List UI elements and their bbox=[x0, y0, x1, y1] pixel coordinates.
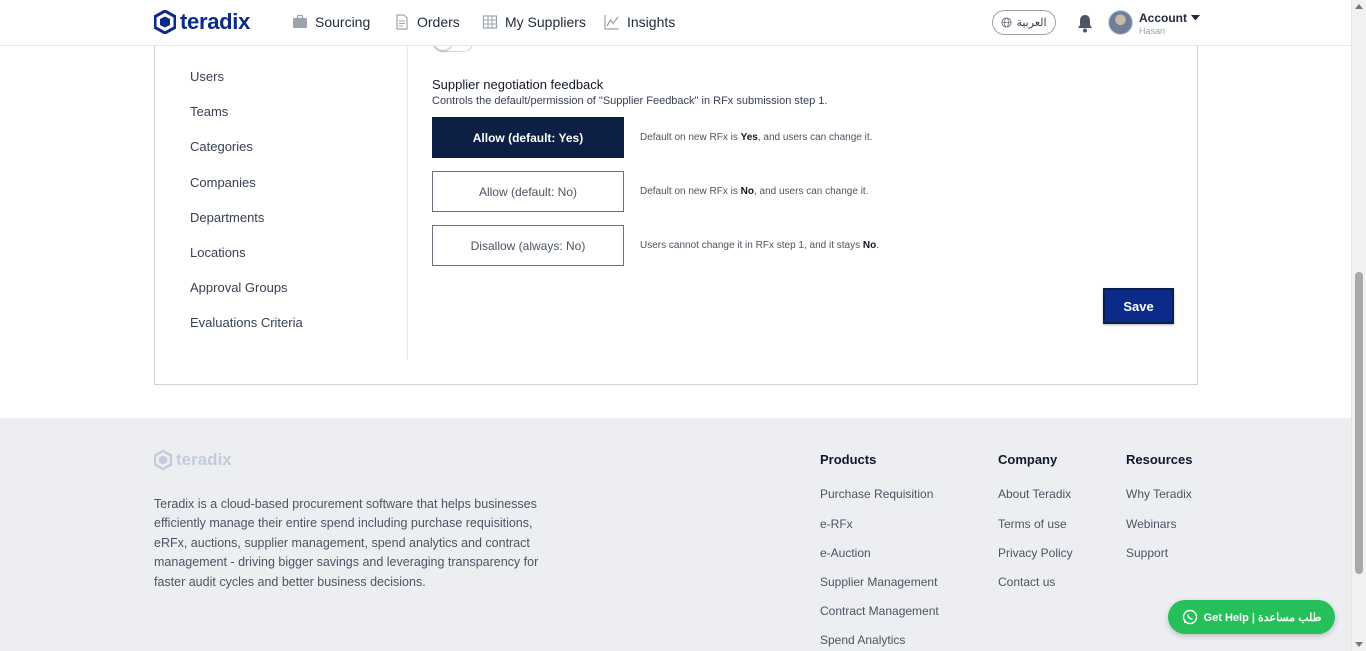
sidebar-item-categories[interactable]: Categories bbox=[190, 139, 253, 154]
get-help-button[interactable]: Get Help | طلب مساعدة bbox=[1168, 600, 1335, 634]
sidebar-item-companies[interactable]: Companies bbox=[190, 175, 256, 190]
help-text: . bbox=[876, 240, 880, 251]
briefcase-icon bbox=[293, 14, 307, 28]
language-switch-button[interactable]: العربية bbox=[992, 10, 1056, 35]
help-bold-value: Yes bbox=[740, 132, 758, 143]
section-description: Controls the default/permission of "Supp… bbox=[432, 95, 828, 107]
footer-link-about-teradix[interactable]: About Teradix bbox=[998, 487, 1071, 501]
logo-text: teradix bbox=[180, 9, 251, 34]
footer-logo-text: teradix bbox=[176, 450, 232, 469]
save-button[interactable]: Save bbox=[1103, 288, 1174, 324]
footer-heading-company: Company bbox=[998, 452, 1058, 467]
top-navigation-bar: teradix Sourcing Orders My Suppliers Ins… bbox=[0, 0, 1351, 46]
nav-orders-label: Orders bbox=[417, 14, 460, 30]
account-label: Account bbox=[1139, 11, 1187, 25]
footer-link-contact-us[interactable]: Contact us bbox=[998, 575, 1055, 589]
footer-link-contract-management[interactable]: Contract Management bbox=[820, 604, 939, 618]
building-icon bbox=[482, 15, 498, 29]
footer-link-support[interactable]: Support bbox=[1126, 546, 1168, 560]
page-scrollbar[interactable] bbox=[1351, 0, 1366, 651]
nav-my-suppliers-label: My Suppliers bbox=[505, 14, 586, 30]
sidebar-divider bbox=[407, 46, 408, 359]
section-title: Supplier negotiation feedback bbox=[432, 77, 604, 92]
settings-card bbox=[154, 30, 1198, 385]
help-text: Users cannot change it in RFx step 1, an… bbox=[640, 240, 863, 251]
teradix-logo[interactable]: teradix bbox=[154, 9, 250, 35]
chart-icon bbox=[604, 15, 619, 30]
nav-orders[interactable]: Orders bbox=[394, 14, 460, 30]
sidebar-item-users[interactable]: Users bbox=[190, 69, 224, 84]
globe-icon bbox=[1001, 17, 1013, 28]
teradix-logo-icon bbox=[154, 450, 172, 470]
sidebar-item-teams[interactable]: Teams bbox=[190, 104, 228, 119]
option-help-allow-default-no: Default on new RFx is No, and users can … bbox=[640, 186, 868, 197]
footer-link-purchase-requisition[interactable]: Purchase Requisition bbox=[820, 487, 933, 501]
scroll-down-arrow-icon[interactable] bbox=[1355, 642, 1363, 647]
notification-bell-icon[interactable] bbox=[1076, 13, 1094, 33]
footer-link-privacy-policy[interactable]: Privacy Policy bbox=[998, 546, 1073, 560]
help-text: , and users can change it. bbox=[757, 132, 873, 143]
footer-link-why-teradix[interactable]: Why Teradix bbox=[1126, 487, 1192, 501]
nav-insights-label: Insights bbox=[627, 14, 676, 30]
footer-heading-products: Products bbox=[820, 452, 877, 467]
sidebar-item-evaluations-criteria[interactable]: Evaluations Criteria bbox=[190, 315, 303, 330]
footer-link-supplier-management[interactable]: Supplier Management bbox=[820, 575, 937, 589]
caret-down-icon bbox=[1191, 15, 1200, 21]
teradix-logo-icon bbox=[154, 10, 176, 34]
nav-sourcing-label: Sourcing bbox=[315, 14, 371, 30]
avatar[interactable] bbox=[1108, 10, 1133, 35]
nav-my-suppliers[interactable]: My Suppliers bbox=[482, 14, 586, 30]
option-disallow-always-no[interactable]: Disallow (always: No) bbox=[432, 225, 624, 266]
help-text: Default on new RFx is bbox=[640, 132, 741, 143]
whatsapp-icon bbox=[1182, 609, 1197, 625]
language-label: العربية bbox=[1016, 17, 1047, 29]
nav-sourcing[interactable]: Sourcing bbox=[292, 14, 370, 30]
footer-description: Teradix is a cloud-based procurement sof… bbox=[154, 497, 539, 589]
help-text: , and users can change it. bbox=[753, 186, 869, 197]
help-bold-value: No bbox=[740, 186, 754, 197]
get-help-label: Get Help | طلب مساعدة bbox=[1203, 611, 1322, 624]
footer-link-e-rfx[interactable]: e-RFx bbox=[820, 517, 853, 531]
footer-link-webinars[interactable]: Webinars bbox=[1126, 517, 1176, 531]
account-menu[interactable]: Account Hasan bbox=[1139, 11, 1200, 36]
help-bold-value: No bbox=[862, 240, 877, 251]
option-help-disallow-always-no: Users cannot change it in RFx step 1, an… bbox=[640, 240, 879, 251]
nav-insights[interactable]: Insights bbox=[604, 14, 675, 30]
footer-link-spend-analytics[interactable]: Spend Analytics bbox=[820, 633, 905, 647]
footer-heading-resources: Resources bbox=[1126, 452, 1193, 467]
help-text: Default on new RFx is bbox=[640, 186, 741, 197]
scrollbar-thumb[interactable] bbox=[1355, 272, 1363, 574]
option-help-allow-default-yes: Default on new RFx is Yes, and users can… bbox=[640, 132, 872, 143]
footer-logo[interactable]: teradix bbox=[154, 450, 232, 470]
document-icon bbox=[396, 14, 408, 30]
sidebar-item-departments[interactable]: Departments bbox=[190, 210, 264, 225]
option-allow-default-no[interactable]: Allow (default: No) bbox=[432, 171, 624, 212]
account-username: Hasan bbox=[1139, 26, 1166, 36]
scroll-up-arrow-icon[interactable] bbox=[1355, 4, 1363, 9]
option-allow-default-yes[interactable]: Allow (default: Yes) bbox=[432, 117, 624, 158]
footer-link-e-auction[interactable]: e-Auction bbox=[820, 546, 871, 560]
sidebar-item-approval-groups[interactable]: Approval Groups bbox=[190, 280, 288, 295]
sidebar-item-locations[interactable]: Locations bbox=[190, 245, 246, 260]
footer-link-terms-of-use[interactable]: Terms of use bbox=[998, 517, 1067, 531]
